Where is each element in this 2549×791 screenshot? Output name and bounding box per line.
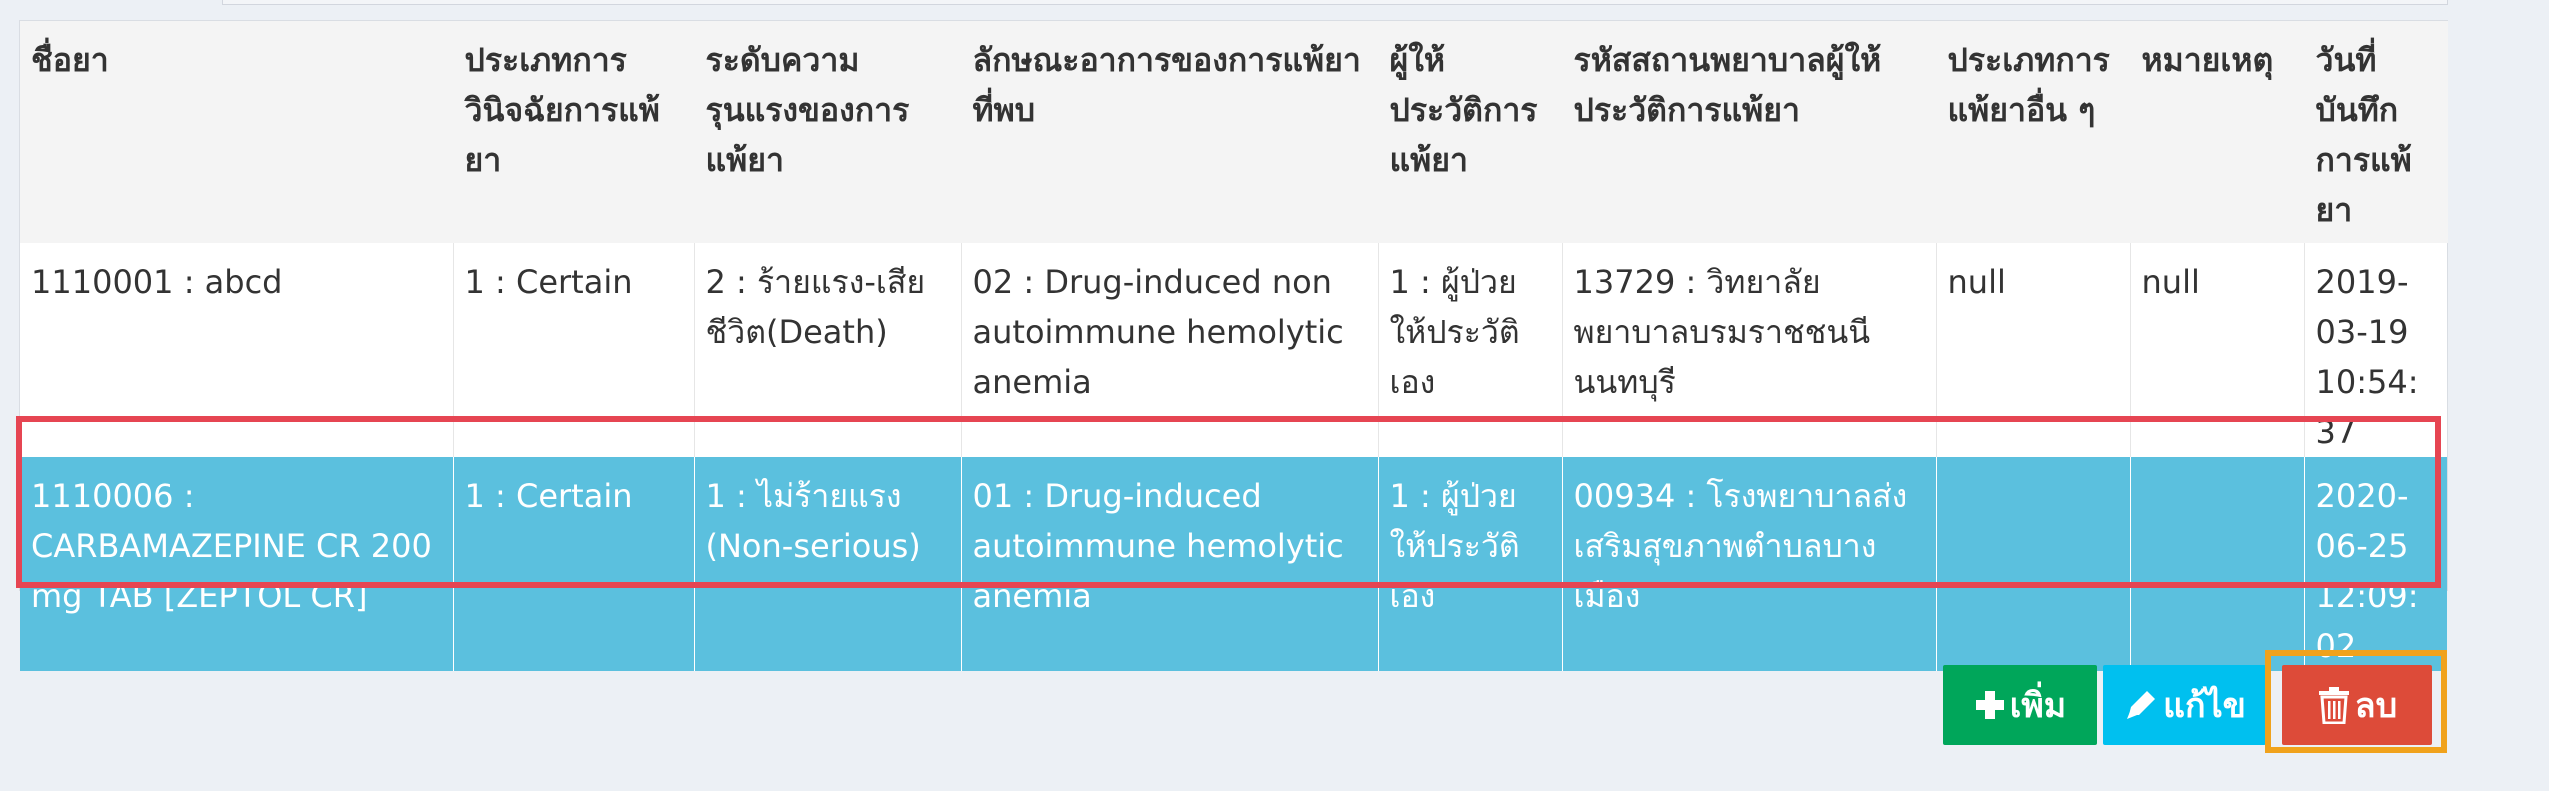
cell-symptoms: 01 : Drug-induced autoimmune hemolytic a… bbox=[960, 457, 1378, 671]
cell-hospital-code: 13729 : วิทยาลัยพยาบาลบรมราชชนนีนนทบุรี bbox=[1561, 243, 1936, 457]
delete-button[interactable]: ลบ bbox=[2282, 665, 2432, 745]
cell-diagnosis-type: 1 : Certain bbox=[452, 457, 694, 671]
cell-note bbox=[2129, 457, 2304, 671]
delete-button-label: ลบ bbox=[2354, 686, 2398, 726]
cell-diagnosis-type: 1 : Certain bbox=[452, 243, 694, 457]
cell-other-type bbox=[1935, 457, 2130, 671]
column-header-symptoms[interactable]: ลักษณะอาการของการแพ้ยาที่พบ bbox=[961, 21, 1379, 243]
trash-icon bbox=[2318, 687, 2349, 724]
column-header-diagnosis-type[interactable]: ประเภทการวินิจฉัยการแพ้ยา bbox=[453, 21, 695, 243]
cell-informant: 1 : ผู้ป่วยให้ประวัติเอง bbox=[1377, 457, 1562, 671]
cell-symptoms: 02 : Drug-induced non autoimmune hemolyt… bbox=[960, 243, 1378, 457]
cell-record-date: 2019-03-19 10:54:37 bbox=[2303, 243, 2447, 457]
pencil-icon bbox=[2127, 691, 2156, 719]
cell-hospital-code: 00934 : โรงพยาบาลส่งเสริมสุขภาพตำบลบางเม… bbox=[1561, 457, 1936, 671]
table-header-row: ชื่อยา ประเภทการวินิจฉัยการแพ้ยา ระดับคว… bbox=[20, 21, 2448, 243]
cell-drug-name: 1110001 : abcd bbox=[20, 243, 453, 457]
plus-icon bbox=[1975, 691, 2004, 719]
column-header-other-type[interactable]: ประเภทการแพ้ยาอื่น ๆ bbox=[1936, 21, 2131, 243]
column-header-record-date[interactable]: วันที่บันทึกการแพ้ยา bbox=[2304, 21, 2448, 243]
column-header-hospital-code[interactable]: รหัสสถานพยาบาลผู้ให้ประวัติการแพ้ยา bbox=[1562, 21, 1937, 243]
column-header-informant[interactable]: ผู้ให้ประวัติการแพ้ยา bbox=[1378, 21, 1563, 243]
edit-button[interactable]: แก้ไข bbox=[2103, 665, 2266, 745]
cell-record-date: 2020-06-25 12:09:02 bbox=[2303, 457, 2447, 671]
cell-other-type: null bbox=[1935, 243, 2130, 457]
add-button-label: เพิ่ม bbox=[2009, 686, 2067, 726]
table-row[interactable]: 1110001 : abcd 1 : Certain 2 : ร้ายแรง-เ… bbox=[20, 243, 2447, 457]
column-header-note[interactable]: หมายเหตุ bbox=[2130, 21, 2305, 243]
edit-button-label: แก้ไข bbox=[2163, 686, 2246, 726]
add-button[interactable]: เพิ่ม bbox=[1943, 665, 2097, 745]
allergy-table-container: ชื่อยา ประเภทการวินิจฉัยการแพ้ยา ระดับคว… bbox=[19, 20, 2448, 671]
cell-drug-name: 1110006 : CARBAMAZEPINE CR 200 mg TAB [Z… bbox=[20, 457, 453, 671]
cell-severity: 1 : ไม่ร้ายแรง (Non-serious) bbox=[693, 457, 961, 671]
cell-note: null bbox=[2129, 243, 2304, 457]
allergy-table: ชื่อยา ประเภทการวินิจฉัยการแพ้ยา ระดับคว… bbox=[20, 21, 2448, 671]
table-row-selected[interactable]: 1110006 : CARBAMAZEPINE CR 200 mg TAB [Z… bbox=[20, 457, 2447, 671]
panel-top-edge bbox=[222, 0, 2448, 5]
cell-severity: 2 : ร้ายแรง-เสียชีวิต(Death) bbox=[693, 243, 961, 457]
column-header-drug-name[interactable]: ชื่อยา bbox=[20, 21, 454, 243]
cell-informant: 1 : ผู้ป่วยให้ประวัติเอง bbox=[1377, 243, 1562, 457]
column-header-severity[interactable]: ระดับความรุนแรงของการแพ้ยา bbox=[694, 21, 962, 243]
